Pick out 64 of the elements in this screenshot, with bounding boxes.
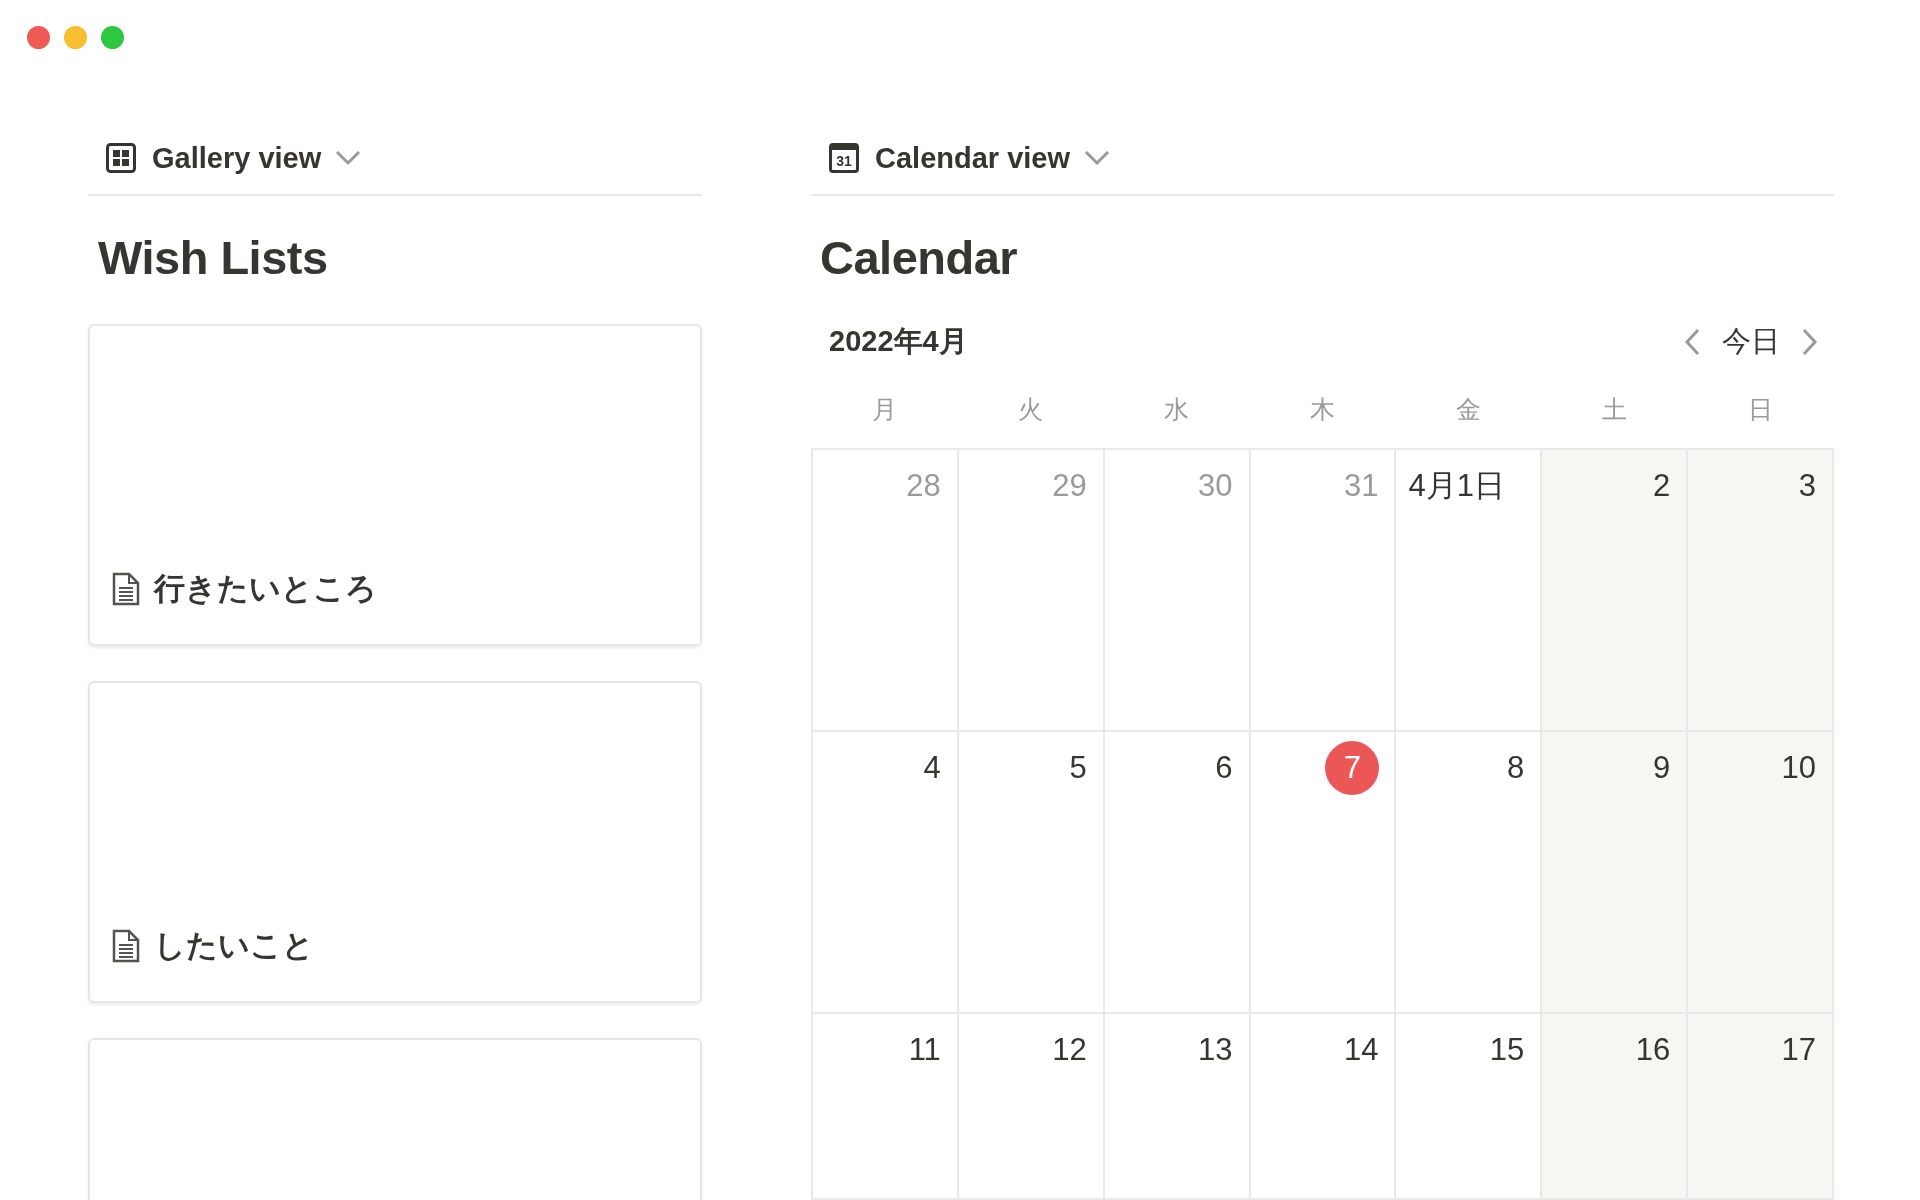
weekend-day-cell[interactable]: 17 — [1688, 1014, 1834, 1200]
weekday-label: 月 — [870, 393, 898, 425]
day-number: 10 — [1781, 750, 1816, 786]
weekend-day-cell[interactable]: 9 — [1542, 732, 1689, 1014]
weekday-label: 土 — [1601, 393, 1629, 425]
day-number: 13 — [1198, 1032, 1233, 1068]
weekend-day-cell[interactable]: 10 — [1688, 732, 1834, 1014]
view-switcher[interactable]: 31 Calendar view — [829, 141, 1071, 175]
window-control-button[interactable] — [101, 26, 124, 49]
card-title: したいこと — [154, 927, 314, 965]
gallery-card[interactable]: 行きたいところ — [88, 324, 702, 646]
window-control-button[interactable] — [64, 26, 87, 49]
weekday-label: 木 — [1309, 393, 1336, 425]
day-number: 11 — [908, 1032, 941, 1068]
day-number: 15 — [1489, 1032, 1525, 1068]
weekend-day-cell[interactable]: 16 — [1542, 1014, 1689, 1200]
day-cell[interactable]: 5 — [958, 732, 1105, 1014]
day-cell[interactable]: 6 — [1104, 732, 1251, 1014]
next-month-button[interactable] — [1802, 328, 1818, 356]
day-cell[interactable]: 12 — [958, 1014, 1105, 1200]
day-number: 29 — [1052, 468, 1087, 504]
day-number: 6 — [1215, 750, 1233, 786]
gallery-title: Wish Lists — [97, 230, 329, 286]
day-number: 14 — [1343, 1032, 1379, 1068]
day-cell[interactable]: 13 — [1104, 1014, 1251, 1200]
chevron-left-icon — [1684, 328, 1700, 356]
chevron-down-icon[interactable] — [335, 150, 362, 166]
day-number: 3 — [1798, 468, 1816, 504]
weekend-day-cell[interactable]: 3 — [1688, 450, 1834, 732]
day-number: 4 — [923, 750, 941, 786]
view-switcher[interactable]: Gallery view — [106, 141, 322, 175]
document-icon — [112, 929, 140, 963]
day-number: 12 — [1052, 1032, 1087, 1068]
day-number: 30 — [1198, 468, 1233, 504]
previous-month-button[interactable] — [1684, 328, 1700, 356]
day-cell[interactable]: 11 — [813, 1014, 959, 1200]
day-number: 2 — [1652, 468, 1671, 504]
card-title: 行きたいところ — [154, 570, 377, 608]
gallery-card[interactable]: したいこと — [88, 681, 702, 1003]
day-number: 28 — [906, 468, 941, 504]
chevron-right-icon — [1802, 328, 1818, 356]
today-date-marker: 7 — [1325, 741, 1380, 795]
chevron-down-icon[interactable] — [1084, 150, 1111, 166]
calendar-icon: 31 — [829, 143, 859, 173]
day-number: 17 — [1781, 1032, 1816, 1068]
day-number: 5 — [1069, 750, 1087, 786]
month-label: 2022年4月 — [829, 324, 968, 359]
window-control-button[interactable] — [27, 26, 50, 49]
weekday-label: 火 — [1016, 393, 1044, 425]
day-cell[interactable]: 4 — [813, 732, 959, 1014]
day-number: 8 — [1507, 750, 1525, 786]
weekend-day-cell[interactable]: 2 — [1542, 450, 1689, 732]
document-icon — [112, 572, 140, 606]
day-number: 9 — [1652, 750, 1671, 786]
weekday-label: 金 — [1455, 393, 1483, 425]
day-number: 4月1日 — [1408, 468, 1505, 504]
day-cell[interactable]: 14 — [1250, 1014, 1397, 1200]
day-number: 31 — [1343, 468, 1379, 504]
grid-icon — [106, 143, 136, 173]
weekday-label: 水 — [1162, 393, 1190, 425]
calendar-title: Calendar — [819, 230, 1019, 286]
today-button[interactable]: 今日 — [1722, 322, 1780, 362]
day-number: 16 — [1635, 1032, 1671, 1068]
weekday-label: 日 — [1747, 393, 1775, 425]
